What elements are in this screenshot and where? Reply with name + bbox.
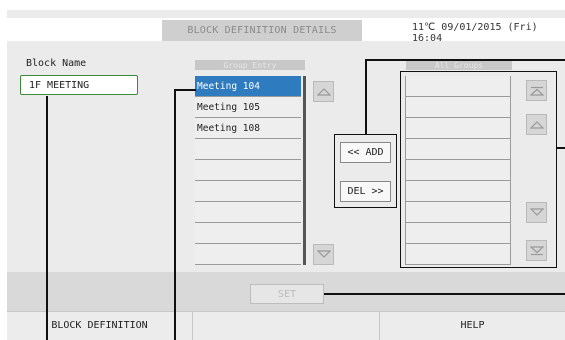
group-entry-header: Group Entry xyxy=(195,60,305,70)
list-item[interactable] xyxy=(406,181,510,202)
scroll-bottom-icon xyxy=(529,245,544,255)
block-name-input[interactable]: 1F MEETING xyxy=(20,75,138,95)
set-button[interactable]: SET xyxy=(250,284,324,304)
list-item[interactable]: Meeting 105 xyxy=(195,97,301,118)
all-groups-scroll-down-button[interactable] xyxy=(526,202,547,223)
list-item[interactable] xyxy=(195,181,301,202)
all-groups-list[interactable] xyxy=(405,76,511,265)
footer-divider xyxy=(192,311,193,340)
list-item[interactable] xyxy=(195,160,301,181)
del-button[interactable]: DEL >> xyxy=(340,181,391,202)
add-button[interactable]: << ADD xyxy=(340,142,391,163)
list-item[interactable]: Meeting 108 xyxy=(195,118,301,139)
block-name-label: Block Name xyxy=(26,58,87,69)
scroll-down-icon xyxy=(316,250,331,258)
list-item[interactable] xyxy=(195,223,301,244)
scroll-up-icon xyxy=(316,88,331,96)
list-item[interactable] xyxy=(195,244,301,265)
scroll-down-icon xyxy=(529,208,544,216)
callout-line-group-entry xyxy=(174,89,176,340)
callout-line-all-groups xyxy=(557,147,565,149)
callout-line-block-name xyxy=(46,96,48,340)
block-definition-tab[interactable]: BLOCK DEFINITION xyxy=(7,311,192,340)
list-item[interactable] xyxy=(406,97,510,118)
list-item[interactable] xyxy=(406,223,510,244)
group-entry-list[interactable]: Meeting 104 Meeting 105 Meeting 108 xyxy=(195,76,301,265)
list-item[interactable] xyxy=(406,202,510,223)
list-item[interactable] xyxy=(406,160,510,181)
callout-line-add-del xyxy=(365,59,367,135)
list-item[interactable] xyxy=(406,139,510,160)
list-item[interactable] xyxy=(406,118,510,139)
all-groups-scroll-bottom-button[interactable] xyxy=(526,240,547,261)
page-title: BLOCK DEFINITION DETAILS xyxy=(162,20,362,41)
all-groups-header: All Groups xyxy=(406,60,512,70)
callout-line-set xyxy=(324,293,565,295)
all-groups-scroll-top-button[interactable] xyxy=(526,80,547,101)
list-item[interactable]: Meeting 104 xyxy=(195,76,301,97)
list-item[interactable] xyxy=(406,244,510,265)
list-item[interactable] xyxy=(195,202,301,223)
list-item[interactable] xyxy=(195,139,301,160)
group-entry-scroll-up-button[interactable] xyxy=(313,81,334,102)
callout-line-add-del-h xyxy=(365,59,565,61)
status-datetime: 11℃ 09/01/2015 (Fri) 16:04 xyxy=(412,22,538,44)
help-tab[interactable]: HELP xyxy=(380,311,565,340)
callout-line-group-entry-h xyxy=(174,89,196,91)
scroll-top-icon xyxy=(529,86,544,96)
group-entry-scrollbar[interactable] xyxy=(303,76,306,265)
all-groups-scroll-up-button[interactable] xyxy=(526,114,547,135)
list-item[interactable] xyxy=(406,76,510,97)
scroll-up-icon xyxy=(529,121,544,129)
group-entry-scroll-down-button[interactable] xyxy=(313,244,334,265)
